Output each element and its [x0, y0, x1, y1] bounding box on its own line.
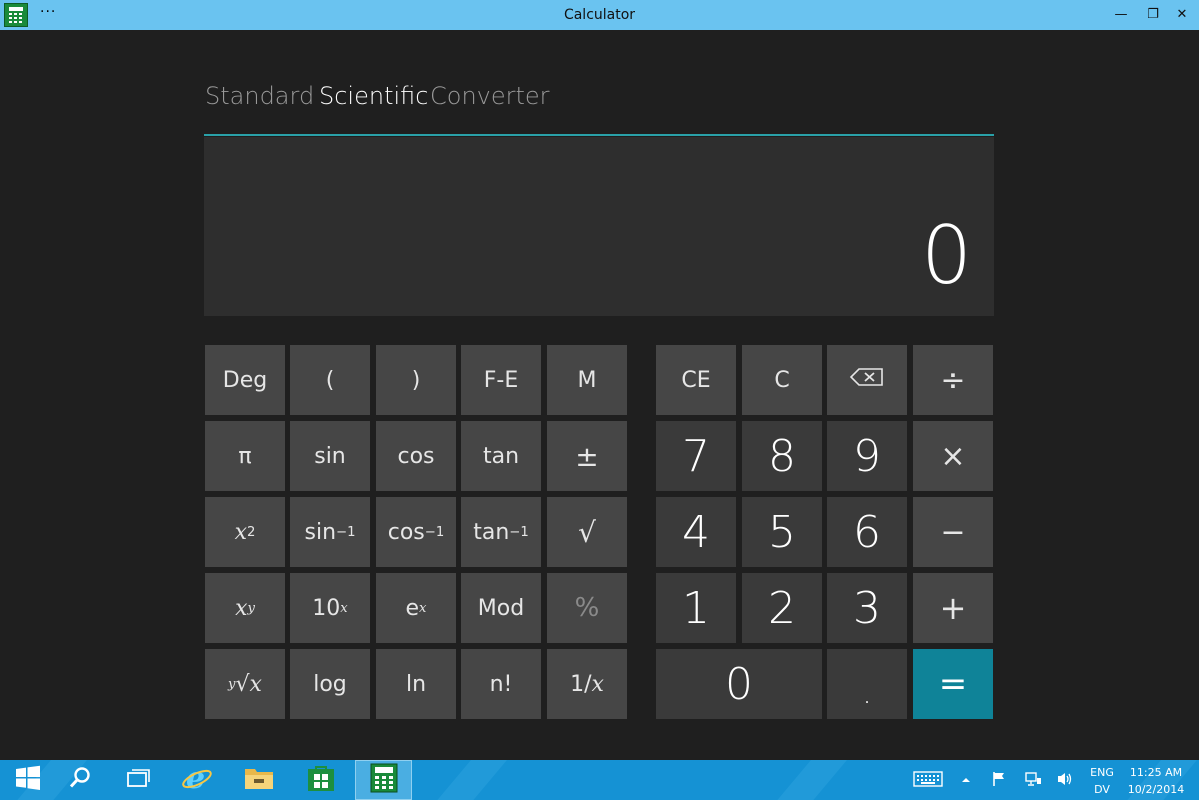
- reciprocal-button[interactable]: 1/x: [547, 649, 627, 719]
- store-button[interactable]: [293, 760, 349, 800]
- store-icon: [307, 764, 335, 796]
- keyboard-icon: [913, 770, 943, 790]
- square-button[interactable]: x2: [205, 497, 285, 567]
- file-explorer-button[interactable]: [231, 760, 287, 800]
- internet-explorer-icon: e: [181, 761, 213, 798]
- digit-9-button[interactable]: 9: [827, 421, 907, 491]
- digit-4-button[interactable]: 4: [656, 497, 736, 567]
- log-button[interactable]: log: [290, 649, 370, 719]
- input-layout-code[interactable]: DV: [1086, 783, 1118, 796]
- clear-button[interactable]: C: [742, 345, 822, 415]
- arccos-button[interactable]: cos −1: [376, 497, 456, 567]
- clear-entry-button[interactable]: CE: [656, 345, 736, 415]
- chevron-up-icon: [961, 773, 971, 787]
- taskbar: e ENG DV 11:25 AM 10/2/2014: [0, 760, 1199, 800]
- start-button[interactable]: [0, 760, 56, 800]
- backspace-button[interactable]: [827, 345, 907, 415]
- search-icon: [68, 766, 92, 794]
- digit-5-button[interactable]: 5: [742, 497, 822, 567]
- multiply-button[interactable]: ×: [913, 421, 993, 491]
- window-title: Calculator: [563, 7, 636, 23]
- digit-0-button[interactable]: 0: [656, 649, 822, 719]
- pi-button[interactable]: π: [205, 421, 285, 491]
- decimal-button[interactable]: .: [827, 649, 907, 719]
- minimize-button[interactable]: —: [1104, 0, 1138, 30]
- display-value: 0: [921, 209, 972, 302]
- tab-underline: [204, 134, 994, 136]
- digit-1-button[interactable]: 1: [656, 573, 736, 643]
- tab-converter[interactable]: Converter: [430, 82, 550, 110]
- yth-root-button[interactable]: y √ x: [205, 649, 285, 719]
- calculator-taskbar-button[interactable]: [355, 760, 412, 800]
- clock-time[interactable]: 11:25 AM: [1124, 766, 1188, 779]
- digit-3-button[interactable]: 3: [827, 573, 907, 643]
- memory-button[interactable]: M: [547, 345, 627, 415]
- equals-button[interactable]: =: [913, 649, 993, 719]
- left-paren-button[interactable]: (: [290, 345, 370, 415]
- tan-button[interactable]: tan: [461, 421, 541, 491]
- digit-8-button[interactable]: 8: [742, 421, 822, 491]
- result-display: 0: [204, 137, 994, 316]
- ln-button[interactable]: ln: [376, 649, 456, 719]
- task-view-button[interactable]: [110, 760, 166, 800]
- input-language-code[interactable]: ENG: [1086, 766, 1118, 779]
- show-hidden-icons-button[interactable]: [958, 760, 974, 800]
- square-root-button[interactable]: √: [547, 497, 627, 567]
- action-center-button[interactable]: [988, 760, 1010, 800]
- touch-keyboard-button[interactable]: [912, 760, 944, 800]
- windows-logo-icon: [15, 765, 41, 795]
- tab-scientific[interactable]: Scientific: [319, 82, 428, 110]
- clock-date[interactable]: 10/2/2014: [1124, 783, 1188, 796]
- tab-standard[interactable]: Standard: [205, 82, 314, 110]
- folder-icon: [244, 765, 274, 795]
- exp-button[interactable]: ex: [376, 573, 456, 643]
- internet-explorer-button[interactable]: e: [169, 760, 225, 800]
- title-bar: ··· Calculator — ❐ ✕: [0, 0, 1199, 30]
- plus-minus-button[interactable]: ±: [547, 421, 627, 491]
- digit-7-button[interactable]: 7: [656, 421, 736, 491]
- fe-button[interactable]: F-E: [461, 345, 541, 415]
- subtract-button[interactable]: −: [913, 497, 993, 567]
- digit-2-button[interactable]: 2: [742, 573, 822, 643]
- mod-button[interactable]: Mod: [461, 573, 541, 643]
- network-icon: [1024, 771, 1042, 790]
- arctan-button[interactable]: tan −1: [461, 497, 541, 567]
- percent-button[interactable]: %: [547, 573, 627, 643]
- backspace-icon: [849, 367, 885, 393]
- right-paren-button[interactable]: ): [376, 345, 456, 415]
- ten-power-button[interactable]: 10 x: [290, 573, 370, 643]
- power-button[interactable]: xy: [205, 573, 285, 643]
- close-button[interactable]: ✕: [1165, 0, 1199, 30]
- calculator-icon: [370, 763, 398, 797]
- speaker-icon: [1056, 771, 1074, 790]
- search-button[interactable]: [52, 760, 108, 800]
- deg-button[interactable]: Deg: [205, 345, 285, 415]
- divide-button[interactable]: ÷: [913, 345, 993, 415]
- task-view-icon: [125, 767, 151, 793]
- sin-button[interactable]: sin: [290, 421, 370, 491]
- cos-button[interactable]: cos: [376, 421, 456, 491]
- volume-button[interactable]: [1054, 760, 1076, 800]
- flag-icon: [991, 771, 1007, 790]
- arcsin-button[interactable]: sin −1: [290, 497, 370, 567]
- digit-6-button[interactable]: 6: [827, 497, 907, 567]
- network-button[interactable]: [1022, 760, 1044, 800]
- factorial-button[interactable]: n!: [461, 649, 541, 719]
- add-button[interactable]: +: [913, 573, 993, 643]
